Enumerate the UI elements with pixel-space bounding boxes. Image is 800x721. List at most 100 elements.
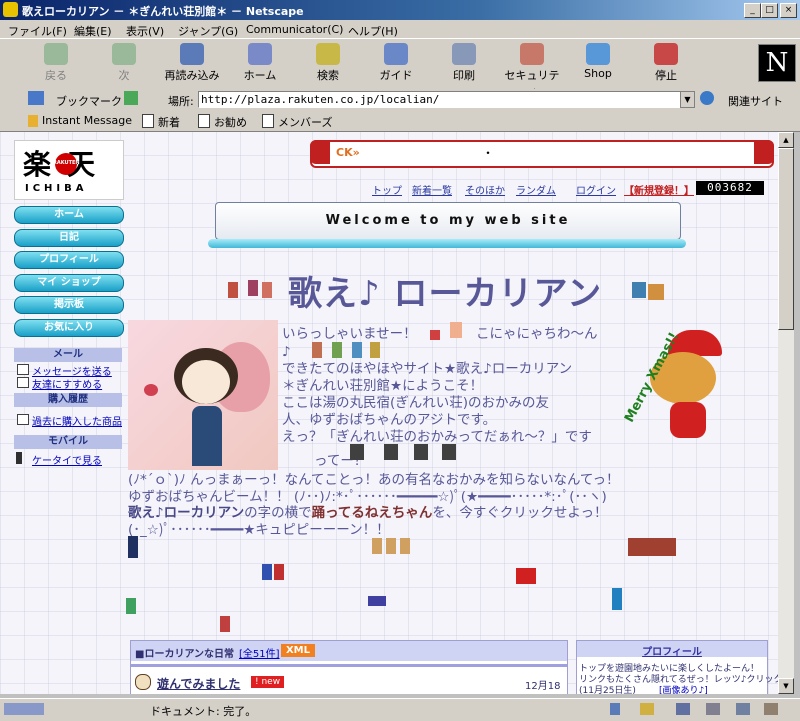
close-button[interactable]: × <box>780 3 797 18</box>
nav-favorites[interactable]: お気に入り <box>14 319 124 337</box>
pixel-character-sprite[interactable] <box>262 282 272 298</box>
recommend-link[interactable]: お勧め <box>214 114 247 130</box>
panda-sprite[interactable] <box>414 444 428 460</box>
menu-edit[interactable]: 編集(E) <box>74 23 112 39</box>
forward-button[interactable]: 次 <box>94 41 154 85</box>
profile-image-link[interactable]: [画像あり♪] <box>659 683 708 694</box>
panda-sprite[interactable] <box>384 444 398 460</box>
diary-count-link[interactable]: [全51件] <box>239 645 280 660</box>
component-icon[interactable] <box>764 703 778 715</box>
rakuten-ichiba-logo[interactable]: 楽天 RAKUTEN ICHIBA <box>14 140 124 200</box>
site-title: 歌え♪ ローカリアン <box>288 274 603 314</box>
diary-divider <box>131 664 567 667</box>
pixel-character-sprite[interactable] <box>332 342 342 358</box>
pixel-character-sprite[interactable] <box>370 342 380 358</box>
mail-icon[interactable] <box>676 703 690 715</box>
top-link-new-list[interactable]: 新着一覧 <box>412 182 452 197</box>
page-proxy-icon[interactable] <box>124 91 138 105</box>
menu-file[interactable]: ファイル(F) <box>8 23 67 39</box>
minimize-button[interactable]: _ <box>744 3 761 18</box>
nav-my-shop[interactable]: マイ ショップ <box>14 274 124 292</box>
print-button[interactable]: 印刷 <box>434 41 494 85</box>
scroll-down-button[interactable]: ▼ <box>778 678 794 694</box>
status-bar: ドキュメント: 完了。 <box>0 698 800 721</box>
menu-go[interactable]: ジャンプ(G) <box>178 23 238 39</box>
security-lock-icon[interactable] <box>640 703 654 715</box>
top-link-login[interactable]: ログイン <box>576 182 616 197</box>
pixel-character-sprite[interactable] <box>312 342 322 358</box>
url-dropdown-button[interactable]: ▼ <box>680 91 695 108</box>
scroll-thumb[interactable] <box>778 148 794 330</box>
members-link[interactable]: メンバーズ <box>278 114 332 130</box>
witch-on-broom-sprite[interactable] <box>368 596 386 606</box>
url-input[interactable]: http://plaza.rakuten.co.jp/localian/ <box>198 91 686 108</box>
motorbike-sprite[interactable] <box>516 568 536 584</box>
composer-icon[interactable] <box>706 703 720 715</box>
rakuten-small-label: RAKUTEN <box>53 160 80 166</box>
back-button[interactable]: 戻る <box>26 41 86 85</box>
lock-icon <box>520 43 544 65</box>
pixel-character-sprite[interactable] <box>220 616 230 632</box>
scroll-up-button[interactable]: ▲ <box>778 132 794 148</box>
santa-sleigh-sprite[interactable] <box>628 538 676 556</box>
addressbook-icon[interactable] <box>736 703 750 715</box>
stop-icon <box>654 43 678 65</box>
top-link-random[interactable]: ランダム <box>516 182 556 197</box>
past-purchases-link[interactable]: 過去に購入した商品 <box>32 413 122 428</box>
diary-entry-link[interactable]: 遊んでみました <box>157 675 240 692</box>
vertical-scrollbar[interactable]: ▲ ▼ <box>778 132 794 694</box>
new-link[interactable]: 新着 <box>158 114 180 130</box>
stop-button[interactable]: 停止 <box>636 41 696 85</box>
menu-help[interactable]: ヘルプ(H) <box>348 23 398 39</box>
panda-sprite[interactable] <box>350 444 364 460</box>
pixel-character-sprite[interactable] <box>128 536 138 558</box>
pixel-character-sprite[interactable] <box>612 588 622 610</box>
nav-profile[interactable]: プロフィール <box>14 251 124 269</box>
dancing-girl-link[interactable]: 踊ってるねえちゃん <box>312 505 433 521</box>
news-ticker[interactable]: CK» ・ <box>310 140 774 168</box>
profile-heading-link[interactable]: プロフィール <box>577 643 767 658</box>
pixel-character-sprite[interactable] <box>450 322 462 338</box>
shop-button[interactable]: Shop <box>568 41 628 85</box>
pixel-character-sprite[interactable] <box>126 598 136 614</box>
pixel-character-sprite[interactable] <box>262 564 272 580</box>
pixel-character-sprite[interactable] <box>648 284 664 300</box>
guide-button[interactable]: ガイド <box>366 41 426 85</box>
menu-communicator[interactable]: Communicator(C) <box>246 23 343 36</box>
xml-badge[interactable]: XML <box>281 644 315 657</box>
related-sites-button[interactable]: 関連サイト <box>728 93 783 109</box>
menu-view[interactable]: 表示(V) <box>126 23 164 39</box>
security-button[interactable]: セキュリティ <box>500 41 564 98</box>
pixel-character-sprite[interactable] <box>248 280 258 296</box>
pixel-character-sprite[interactable] <box>228 282 238 298</box>
recommend-friend-link[interactable]: 友達にすすめる <box>32 376 102 391</box>
top-link-top[interactable]: トップ <box>372 182 402 197</box>
page-icon <box>198 114 210 128</box>
instant-message-link[interactable]: Instant Message <box>42 114 132 127</box>
pixel-character-sprite[interactable] <box>386 538 396 554</box>
reload-button[interactable]: 再読み込み <box>160 41 224 85</box>
pixel-character-sprite[interactable] <box>372 538 382 554</box>
pixel-character-sprite[interactable] <box>352 342 362 358</box>
nav-diary[interactable]: 日記 <box>14 229 124 247</box>
home-button[interactable]: ホーム <box>230 41 290 85</box>
bookmarks-button[interactable]: ブックマーク <box>56 93 122 109</box>
mobile-view-link[interactable]: ケータイで見る <box>32 452 102 467</box>
top-link-register[interactable]: 【新規登録！】 <box>624 182 694 197</box>
nav-bbs[interactable]: 掲示板 <box>14 296 124 314</box>
maximize-button[interactable]: □ <box>761 3 778 18</box>
pixel-character-sprite[interactable] <box>400 538 410 554</box>
pixel-character-sprite[interactable] <box>274 564 284 580</box>
nav-home[interactable]: ホーム <box>14 206 124 224</box>
home-icon <box>248 43 272 65</box>
dancing-girl-sprite[interactable] <box>632 282 646 298</box>
mail-icon <box>17 364 29 375</box>
netscape-logo[interactable]: N <box>758 44 796 82</box>
top-link-other[interactable]: そのほか <box>465 182 505 197</box>
search-button[interactable]: 検索 <box>298 41 358 85</box>
diary-header: ■ローカリアンな日常 [全51件] XML <box>131 641 567 661</box>
panda-sprite[interactable] <box>442 444 456 460</box>
greeting-line-7: 人、ゆずおばちゃんのアジトです。 <box>282 412 497 428</box>
pixel-character-sprite[interactable] <box>430 330 440 340</box>
new-badge: ! new <box>251 676 285 688</box>
